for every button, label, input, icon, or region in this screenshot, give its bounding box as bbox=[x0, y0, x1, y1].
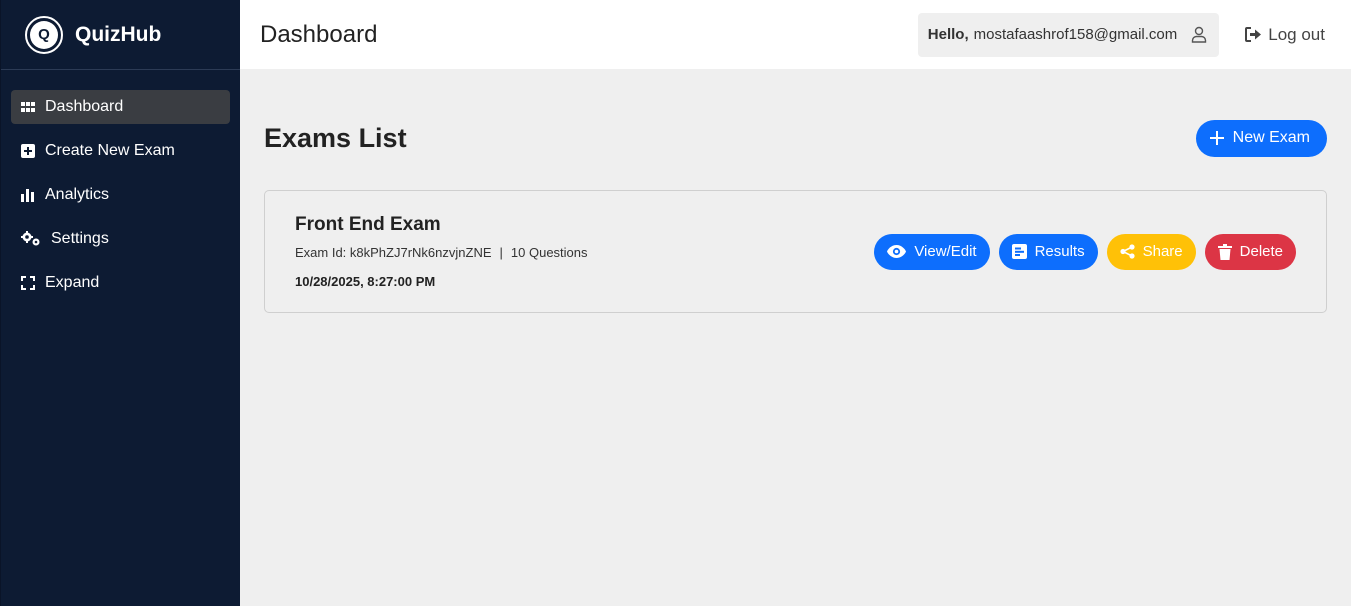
sidebar: Q QuizHub Dashboard Create New Exam Anal… bbox=[0, 0, 240, 606]
exam-date: 10/28/2025, 8:27:00 PM bbox=[295, 274, 436, 289]
logout-label: Log out bbox=[1268, 24, 1325, 44]
share-button[interactable]: Share bbox=[1106, 233, 1196, 270]
exam-meta: Exam Id: k8kPhZJ7rNk6nzvjnZNE | 10 Questio… bbox=[295, 245, 588, 260]
logout-button[interactable]: Log out bbox=[1245, 25, 1325, 45]
sidebar-item-create-new-exam[interactable]: Create New Exam bbox=[11, 134, 230, 168]
brand-name: QuizHub bbox=[75, 22, 162, 46]
results-label: Results bbox=[1034, 243, 1085, 260]
user-email: mostafaashrof158@gmail.com bbox=[973, 26, 1178, 43]
exam-questions-count: 10 Questions bbox=[510, 245, 588, 260]
share-label: Share bbox=[1142, 243, 1183, 260]
brand[interactable]: Q QuizHub bbox=[1, 0, 240, 70]
exam-actions: View/Edit Results Share Delete bbox=[865, 233, 1296, 270]
hello-label: Hello, bbox=[927, 26, 969, 43]
section-title: Exams List bbox=[264, 122, 407, 153]
eye-icon bbox=[887, 245, 907, 258]
results-icon bbox=[1011, 244, 1027, 259]
new-exam-label: New Exam bbox=[1232, 129, 1310, 146]
sidebar-item-label: Create New Exam bbox=[45, 142, 175, 159]
exam-card: Front End Exam Exam Id: k8kPhZJ7rNk6nzvj… bbox=[264, 190, 1327, 313]
gears-icon bbox=[21, 231, 41, 246]
sidebar-item-expand[interactable]: Expand bbox=[11, 266, 230, 300]
user-greeting[interactable]: Hello, mostafaashrof158@gmail.com bbox=[917, 12, 1220, 57]
content: Exams List New Exam Front End Exam Exam … bbox=[240, 69, 1351, 313]
sidebar-item-settings[interactable]: Settings bbox=[11, 222, 230, 256]
quizhub-logo-icon: Q bbox=[25, 15, 63, 54]
content-header: Exams List New Exam bbox=[264, 119, 1327, 157]
exam-id: Exam Id: k8kPhZJ7rNk6nzvjnZNE bbox=[295, 245, 492, 260]
sidebar-item-label: Dashboard bbox=[45, 98, 124, 115]
new-exam-button[interactable]: New Exam bbox=[1195, 119, 1327, 157]
plus-square-icon bbox=[21, 144, 35, 158]
page-title: Dashboard bbox=[260, 20, 378, 48]
bar-chart-icon bbox=[21, 188, 35, 202]
user-icon bbox=[1191, 26, 1207, 43]
plus-icon bbox=[1209, 131, 1224, 145]
sign-out-icon bbox=[1245, 27, 1262, 42]
view-edit-button[interactable]: View/Edit bbox=[874, 233, 990, 270]
sidebar-item-analytics[interactable]: Analytics bbox=[11, 178, 230, 212]
view-edit-label: View/Edit bbox=[914, 243, 977, 260]
share-icon bbox=[1120, 244, 1135, 259]
delete-button[interactable]: Delete bbox=[1204, 233, 1296, 270]
top-bar: Dashboard Hello, mostafaashrof158@gmail.… bbox=[240, 0, 1351, 69]
logo-letter: Q bbox=[30, 20, 58, 49]
exam-info: Front End Exam Exam Id: k8kPhZJ7rNk6nzvj… bbox=[295, 214, 588, 289]
expand-icon bbox=[21, 276, 35, 290]
main-area: Dashboard Hello, mostafaashrof158@gmail.… bbox=[240, 0, 1351, 606]
exam-title: Front End Exam bbox=[295, 214, 441, 235]
sidebar-nav: Dashboard Create New Exam Analytics Sett… bbox=[1, 70, 240, 300]
meta-separator: | bbox=[499, 245, 503, 260]
app-root: Q QuizHub Dashboard Create New Exam Anal… bbox=[0, 0, 1351, 606]
sidebar-item-label: Settings bbox=[51, 230, 109, 247]
grid-icon bbox=[21, 100, 35, 114]
delete-label: Delete bbox=[1239, 243, 1283, 260]
sidebar-item-dashboard[interactable]: Dashboard bbox=[11, 90, 230, 124]
sidebar-item-label: Analytics bbox=[45, 186, 110, 203]
results-button[interactable]: Results bbox=[998, 233, 1098, 270]
sidebar-item-label: Expand bbox=[45, 274, 100, 291]
trash-icon bbox=[1217, 243, 1232, 260]
